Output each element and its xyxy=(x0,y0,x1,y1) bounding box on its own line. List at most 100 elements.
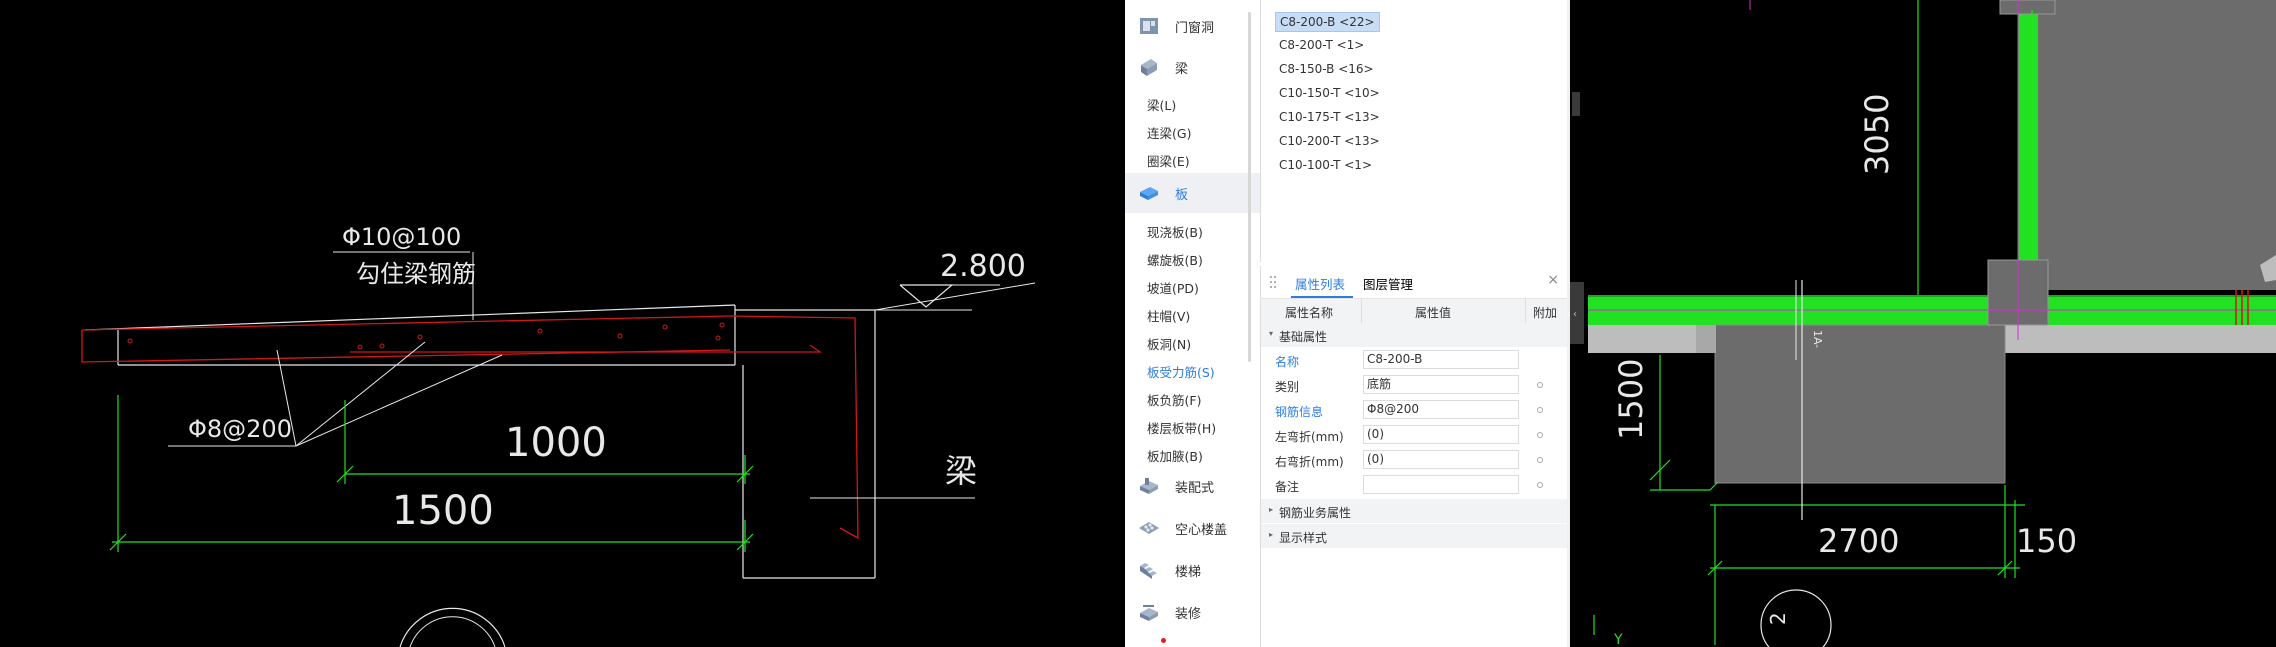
nav-category-label: 空心楼盖 xyxy=(1175,522,1228,538)
rebar-type-item[interactable]: C10-175-T <13> xyxy=(1275,108,1384,126)
expand-arrow-icon: ▸ xyxy=(1269,530,1274,539)
hook-rebar xyxy=(729,315,859,540)
elevation-label: 2.800 xyxy=(940,249,1026,284)
rebar-type-item[interactable]: C8-200-B <22> xyxy=(1275,12,1380,32)
nav-category-stairs[interactable]: 楼梯 xyxy=(1125,550,1260,590)
status-dot xyxy=(1161,638,1166,643)
beam-icon xyxy=(1141,59,1157,76)
beam-block xyxy=(1714,324,2006,484)
attach-checkbox[interactable] xyxy=(1537,482,1543,488)
nav-category-slab[interactable]: 板 xyxy=(1125,173,1260,213)
nav-category-label: 梁 xyxy=(1175,61,1189,77)
dim-vertical-top: 3050 xyxy=(1858,94,1896,175)
nav-category-hollow-floor[interactable]: 空心楼盖 xyxy=(1125,508,1260,548)
rebar-type-item[interactable]: C10-100-T <1> xyxy=(1275,156,1376,174)
rebar-type-item[interactable]: C8-150-B <16> xyxy=(1275,60,1378,78)
nav-item-column-cap[interactable]: 柱帽(V) xyxy=(1147,306,1190,325)
col-extra: 附加 xyxy=(1533,306,1558,320)
nav-category-beam[interactable]: 梁 xyxy=(1125,47,1260,87)
rebar-type-item[interactable]: C10-200-T <13> xyxy=(1275,132,1384,150)
prop-right-bend-label: 右弯折(mm) xyxy=(1275,455,1344,469)
cad-detail-view[interactable]: 2.800 Φ10@100 勾住梁钢筋 Φ8@200 1000 1500 梁 xyxy=(0,0,1125,647)
nav-item-coupling-beam[interactable]: 连梁(G) xyxy=(1147,123,1191,142)
prop-row-rebar-info: 钢筋信息 Φ8@200 xyxy=(1261,398,1570,423)
rebar-top-label: Φ10@100 xyxy=(342,223,461,251)
nav-category-label: 装修 xyxy=(1175,606,1202,622)
prop-rebar-info-label: 钢筋信息 xyxy=(1275,405,1324,419)
property-table-header: 属性名称 属性值 附加 xyxy=(1261,299,1570,323)
active-tab-underline xyxy=(1291,296,1353,298)
attach-checkbox[interactable] xyxy=(1537,382,1543,388)
cad-plan-view[interactable]: 1A- 2 3050 1500 2700 150 Y ‹ xyxy=(1570,0,2276,647)
attach-checkbox[interactable] xyxy=(1537,457,1543,463)
attach-checkbox[interactable] xyxy=(1537,432,1543,438)
nav-category-door-window[interactable]: 门窗洞 xyxy=(1125,6,1260,46)
nav-scrollbar[interactable] xyxy=(1248,12,1251,362)
nav-item-negative-rebar[interactable]: 板负筋(F) xyxy=(1147,390,1201,409)
nav-item-cast-slab[interactable]: 现浇板(B) xyxy=(1147,222,1203,241)
group-display-style[interactable]: ▸ 显示样式 xyxy=(1261,524,1570,548)
prop-category-label: 类别 xyxy=(1275,380,1300,394)
nav-category-label: 板 xyxy=(1175,187,1189,203)
group-basic-properties[interactable]: ▾ 基础属性 xyxy=(1261,323,1570,347)
beam-label: 梁 xyxy=(945,452,977,490)
prefab-icon xyxy=(1140,478,1158,494)
dim-bottom-right: 150 xyxy=(2016,522,2077,560)
svg-text:2: 2 xyxy=(1766,612,1790,625)
prop-left-bend-label: 左弯折(mm) xyxy=(1275,430,1344,444)
prop-category-value[interactable]: 底筋 xyxy=(1363,375,1519,394)
collapse-arrow-icon: ▾ xyxy=(1269,329,1274,338)
tab-layer-manage[interactable]: 图层管理 xyxy=(1363,274,1413,293)
svg-text:‹: ‹ xyxy=(1573,309,1577,320)
hollow-floor-icon xyxy=(1139,522,1159,534)
dim-vertical-left: 1500 xyxy=(1612,359,1650,440)
nav-category-prefab[interactable]: 装配式 xyxy=(1125,466,1260,506)
dim-outer-label: 1500 xyxy=(392,488,494,534)
prop-rebar-info-value[interactable]: Φ8@200 xyxy=(1363,400,1519,419)
cad-plan-canvas[interactable]: 1A- 2 3050 1500 2700 150 Y ‹ xyxy=(1570,0,2276,647)
decoration-icon xyxy=(1140,605,1158,621)
nav-item-beam-l[interactable]: 梁(L) xyxy=(1147,95,1176,114)
prop-remark-label: 备注 xyxy=(1275,480,1300,494)
rebar-type-item[interactable]: C8-200-T <1> xyxy=(1275,36,1368,54)
property-panel: 属性列表 图层管理 × 属性名称 属性值 附加 ▾ 基础属性 名称 C8-200… xyxy=(1260,266,1570,647)
nav-item-ramp[interactable]: 坡道(PD) xyxy=(1147,278,1199,297)
group-label: 显示样式 xyxy=(1279,531,1328,545)
prop-row-right-bend: 右弯折(mm) (0) xyxy=(1261,448,1570,473)
attach-checkbox[interactable] xyxy=(1537,407,1543,413)
green-wall-vertical xyxy=(2018,10,2038,295)
nav-item-floor-band[interactable]: 楼层板带(H) xyxy=(1147,418,1216,437)
prop-left-bend-value[interactable]: (0) xyxy=(1363,425,1519,444)
prop-row-category: 类别 底筋 xyxy=(1261,373,1570,398)
group-business-properties[interactable]: ▸ 钢筋业务属性 xyxy=(1261,499,1570,523)
nav-item-spiral-slab[interactable]: 螺旋板(B) xyxy=(1147,250,1203,269)
prop-row-name: 名称 C8-200-B xyxy=(1261,348,1570,373)
property-side-panel: C8-200-B <22> C8-200-T <1> C8-150-B <16>… xyxy=(1260,0,1570,647)
door-window-icon xyxy=(1140,18,1158,34)
cad-detail-canvas[interactable]: 2.800 Φ10@100 勾住梁钢筋 Φ8@200 1000 1500 梁 xyxy=(0,0,1125,647)
rebar-type-item[interactable]: C10-150-T <10> xyxy=(1275,84,1384,102)
prop-row-remark: 备注 xyxy=(1261,473,1570,498)
elevation-symbol xyxy=(899,284,954,308)
nav-item-slab-rebar[interactable]: 板受力筋(S) xyxy=(1147,362,1215,381)
rebar-top-desc: 勾住梁钢筋 xyxy=(356,260,476,288)
close-icon[interactable]: × xyxy=(1547,272,1559,288)
nav-item-slab-hole[interactable]: 板洞(N) xyxy=(1147,334,1191,353)
svg-text:1A-: 1A- xyxy=(1811,330,1824,348)
prop-right-bend-value[interactable]: (0) xyxy=(1363,450,1519,469)
drag-handle-icon[interactable] xyxy=(1269,275,1277,289)
nav-category-label: 装配式 xyxy=(1175,480,1215,496)
stairs-icon xyxy=(1140,563,1157,579)
rebar-bottom-label: Φ8@200 xyxy=(188,415,292,443)
prop-name-label: 名称 xyxy=(1275,355,1300,369)
prop-remark-value[interactable] xyxy=(1363,475,1519,494)
nav-item-slab-haunch[interactable]: 板加腋(B) xyxy=(1147,446,1203,465)
group-label: 基础属性 xyxy=(1279,330,1328,344)
component-nav-tree: 门窗洞 梁 梁(L) 连梁(G) 圈梁(E) 板 现浇板(B) 螺旋板(B) 坡… xyxy=(1125,0,1261,647)
prop-row-left-bend: 左弯折(mm) (0) xyxy=(1261,423,1570,448)
nav-category-decoration[interactable]: 装修 xyxy=(1125,592,1260,632)
nav-item-ring-beam[interactable]: 圈梁(E) xyxy=(1147,151,1190,170)
prop-name-value[interactable]: C8-200-B xyxy=(1363,350,1519,369)
tab-property-list[interactable]: 属性列表 xyxy=(1295,274,1345,293)
nav-category-label: 楼梯 xyxy=(1175,564,1202,580)
